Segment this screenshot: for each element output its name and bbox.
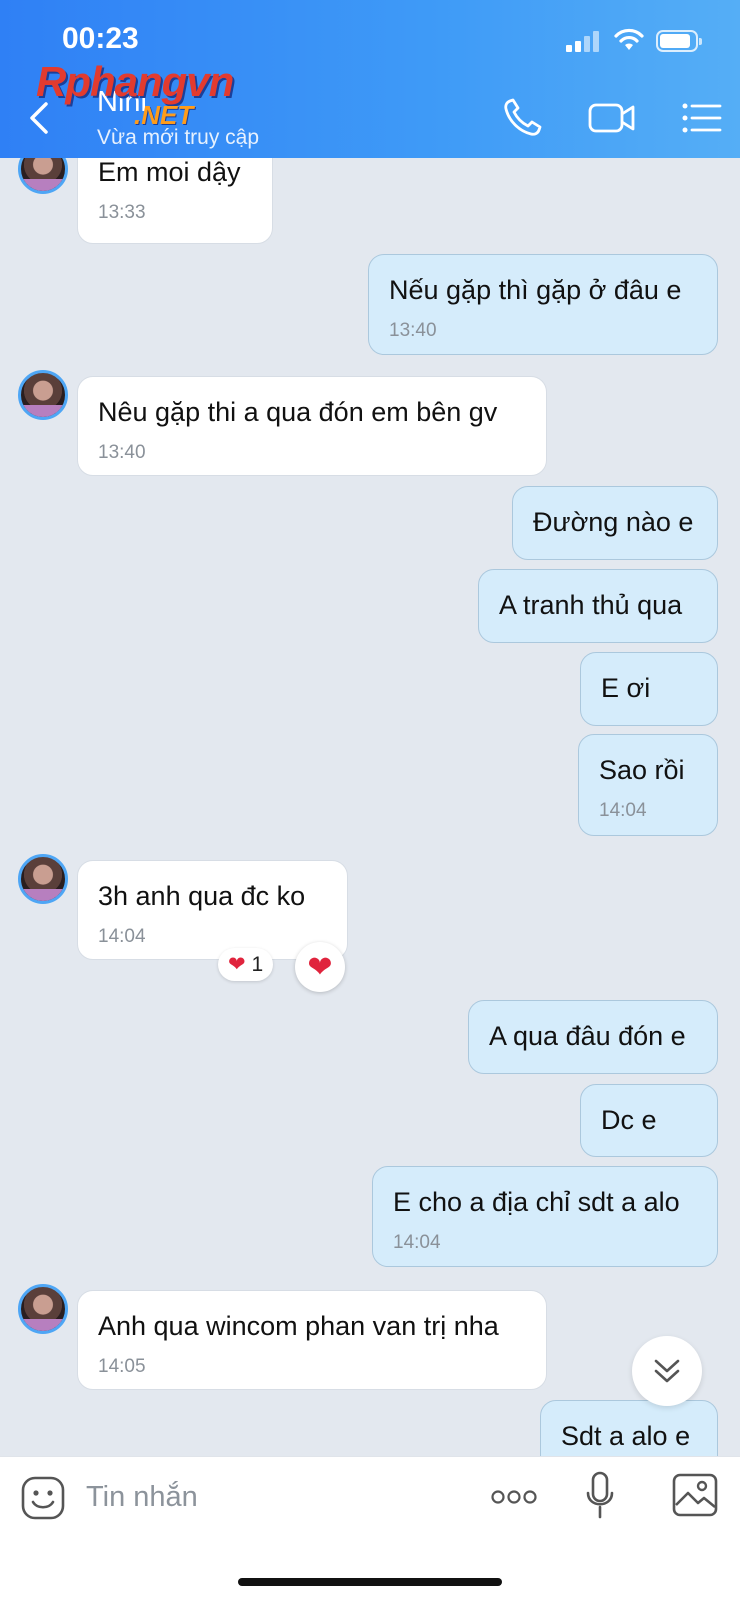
- message-bubble-incoming[interactable]: Nêu gặp thi a qua đón em bên gv 13:40: [77, 376, 547, 476]
- avatar[interactable]: [18, 1284, 68, 1334]
- message-input[interactable]: [84, 1471, 468, 1523]
- avatar[interactable]: [18, 158, 68, 194]
- video-camera-icon[interactable]: [588, 96, 636, 140]
- signal-icon: [566, 30, 602, 52]
- chat-header: 00:23 Nini Vừa mới truy cập Rphangvn .NE…: [0, 0, 740, 158]
- heart-reaction-button[interactable]: ❤: [295, 942, 345, 992]
- message-time: 14:04: [599, 800, 647, 821]
- message-time: 13:40: [389, 320, 437, 341]
- reaction-summary[interactable]: ❤ 1: [218, 948, 274, 981]
- message-time: 14:04: [98, 926, 146, 947]
- double-chevron-down-icon: [654, 1359, 680, 1383]
- message-text: A qua đâu đón e: [489, 1021, 686, 1051]
- more-icon[interactable]: [490, 1487, 538, 1507]
- sticker-icon[interactable]: [20, 1475, 66, 1521]
- status-time: 00:23: [62, 22, 139, 55]
- message-bubble-outgoing[interactable]: Dc e: [580, 1084, 718, 1157]
- message-text: Sao rồi: [599, 755, 685, 785]
- message-bubble-incoming[interactable]: Em moi dậy 13:33: [77, 158, 273, 244]
- message-text: Nêu gặp thi a qua đón em bên gv: [98, 397, 498, 427]
- heart-icon: ❤: [228, 953, 246, 976]
- phone-icon[interactable]: [500, 96, 544, 140]
- heart-icon: ❤: [307, 950, 333, 984]
- avatar[interactable]: [18, 370, 68, 420]
- message-text: Em moi dậy: [98, 158, 241, 187]
- home-indicator[interactable]: [238, 1578, 502, 1586]
- message-bubble-incoming[interactable]: Anh qua wincom phan van trị nha 14:05: [77, 1290, 547, 1390]
- message-text: Nếu gặp thì gặp ở đâu e: [389, 275, 682, 305]
- scroll-to-bottom-button[interactable]: [632, 1336, 702, 1406]
- image-icon[interactable]: [672, 1473, 718, 1517]
- message-bubble-outgoing[interactable]: Sdt a alo e: [540, 1400, 718, 1456]
- message-time: 14:04: [393, 1232, 441, 1253]
- message-time: 13:40: [98, 442, 146, 463]
- message-bubble-outgoing[interactable]: A tranh thủ qua: [478, 569, 718, 643]
- message-bubble-outgoing[interactable]: Đường nào e: [512, 486, 718, 560]
- microphone-icon[interactable]: [585, 1471, 615, 1519]
- wifi-icon: [614, 28, 644, 50]
- message-time: 14:05: [98, 1356, 146, 1377]
- message-text: Dc e: [601, 1105, 657, 1135]
- reaction-count: 1: [251, 953, 264, 976]
- message-time: 13:33: [98, 202, 146, 223]
- message-list[interactable]: Em moi dậy 13:33 Nếu gặp thì gặp ở đâu e…: [0, 158, 740, 1456]
- message-text: E cho a địa chỉ sdt a alo: [393, 1187, 680, 1217]
- avatar[interactable]: [18, 854, 68, 904]
- battery-icon: [656, 30, 702, 52]
- message-text: A tranh thủ qua: [499, 590, 683, 620]
- menu-list-icon[interactable]: [680, 96, 724, 140]
- message-bubble-outgoing[interactable]: Nếu gặp thì gặp ở đâu e 13:40: [368, 254, 718, 355]
- chevron-left-icon[interactable]: [24, 100, 56, 136]
- message-text: Anh qua wincom phan van trị nha: [98, 1311, 499, 1341]
- message-bubble-outgoing[interactable]: E ơi: [580, 652, 718, 726]
- message-bubble-outgoing[interactable]: E cho a địa chỉ sdt a alo 14:04: [372, 1166, 718, 1267]
- message-text: Đường nào e: [533, 507, 694, 537]
- message-text: 3h anh qua đc ko: [98, 881, 306, 911]
- message-text: E ơi: [601, 673, 651, 703]
- contact-status: Vừa mới truy cập: [97, 126, 260, 149]
- message-bubble-outgoing[interactable]: Sao rồi 14:04: [578, 734, 718, 836]
- message-text: Sdt a alo e: [561, 1421, 691, 1451]
- watermark-logo: Rphangvn .NET: [36, 58, 276, 130]
- contact-name[interactable]: Nini: [97, 86, 147, 119]
- message-bubble-outgoing[interactable]: A qua đâu đón e: [468, 1000, 718, 1074]
- message-composer: [0, 1456, 740, 1601]
